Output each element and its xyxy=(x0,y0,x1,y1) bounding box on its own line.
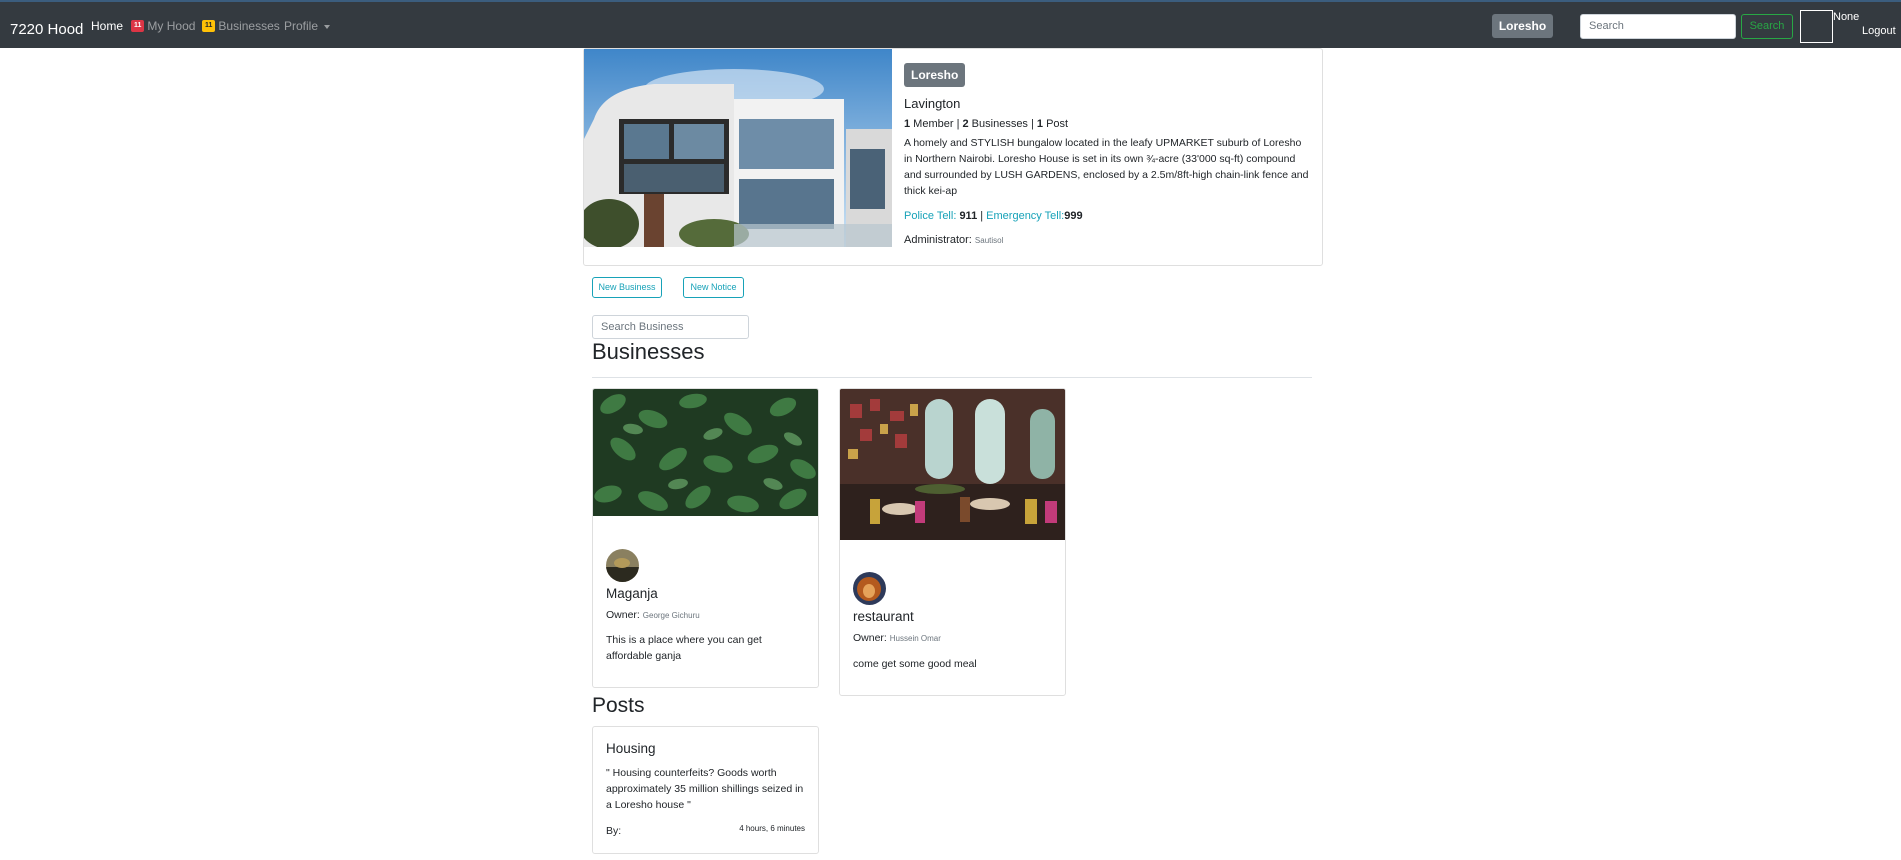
post-body: " Housing counterfeits? Goods worth appr… xyxy=(606,767,804,811)
emergency-link[interactable]: Emergency Tell: xyxy=(986,210,1064,222)
user-avatar[interactable] xyxy=(1800,10,1833,43)
owner-avatar xyxy=(606,549,639,582)
admin-name: Sautisol xyxy=(974,236,1004,245)
my-hood-count-badge: 11 xyxy=(131,19,145,32)
search-button[interactable]: Search xyxy=(1741,14,1793,39)
new-business-button[interactable]: New Business xyxy=(592,277,662,298)
admin-label: Administrator: xyxy=(904,234,975,246)
owner-label: Owner: xyxy=(853,632,890,644)
post-title: Housing xyxy=(606,741,656,756)
business-owner: Owner: Hussein Omar xyxy=(853,632,941,644)
nav-my-hood-label: My Hood xyxy=(147,19,196,33)
business-owner: Owner: George Gichuru xyxy=(606,609,700,621)
business-image xyxy=(593,389,818,516)
search-business-input[interactable]: Search Business xyxy=(592,315,749,339)
owner-name: George Gichuru xyxy=(642,611,700,620)
emergency-number: 999 xyxy=(1064,210,1083,222)
business-description: This is a place where you can get afford… xyxy=(606,634,762,662)
business-name: Maganja xyxy=(606,586,658,601)
post-author: By: xyxy=(606,825,622,837)
posts-heading: Posts xyxy=(592,694,645,717)
nav-businesses-label: Businesses xyxy=(218,19,280,33)
hood-image xyxy=(584,49,892,247)
hood-contacts: Police Tell: 911 | Emergency Tell:999 xyxy=(904,210,1083,222)
nav-home[interactable]: Home xyxy=(91,19,123,33)
chevron-down-icon xyxy=(324,24,331,29)
nav-businesses[interactable]: 11 Businesses xyxy=(202,19,280,33)
owner-label: Owner: xyxy=(606,609,643,621)
brand-link[interactable]: 7220 Hood xyxy=(10,21,83,38)
business-label: Businesses | xyxy=(968,118,1037,130)
search-input[interactable]: Search xyxy=(1580,14,1736,39)
new-notice-button[interactable]: New Notice xyxy=(683,277,744,298)
member-label: Member | xyxy=(910,118,963,130)
owner-name: Hussein Omar xyxy=(889,634,941,643)
business-description: come get some good meal xyxy=(853,658,977,670)
nav-my-hood[interactable]: 11 My Hood xyxy=(131,19,195,33)
hood-name-badge: Loresho xyxy=(904,63,966,87)
nav-profile-dropdown[interactable]: Profile xyxy=(284,19,331,33)
businesses-heading: Businesses xyxy=(592,339,705,364)
post-label: Post xyxy=(1043,118,1069,130)
business-card[interactable]: Maganja Owner: George Gichuru This is a … xyxy=(592,388,819,688)
police-link[interactable]: Police Tell: xyxy=(904,210,959,222)
police-number: 911 xyxy=(959,210,978,222)
hood-location: Lavington xyxy=(904,96,961,111)
section-divider xyxy=(592,377,1312,378)
hood-card: Loresho Lavington 1 Member | 2 Businesse… xyxy=(583,48,1323,266)
top-navbar: 7220 Hood Home 11 My Hood 11 Businesses Pr… xyxy=(0,0,1901,48)
post-card[interactable]: Housing " Housing counterfeits? Goods wo… xyxy=(592,726,819,854)
logout-link[interactable]: Logout xyxy=(1862,25,1896,37)
business-card[interactable]: restaurant Owner: Hussein Omar come get … xyxy=(839,388,1066,696)
businesses-count-badge: 11 xyxy=(202,19,216,32)
current-hood-badge[interactable]: Loresho xyxy=(1492,14,1553,38)
business-image xyxy=(840,389,1065,540)
post-timestamp: 4 hours, 6 minutes xyxy=(739,824,805,833)
hood-description: A homely and STYLISH bungalow located in… xyxy=(904,137,1309,197)
user-name: None xyxy=(1833,11,1860,23)
nav-profile-label: Profile xyxy=(284,19,319,33)
hood-admin: Administrator: Sautisol xyxy=(904,234,1312,246)
owner-avatar xyxy=(853,572,886,605)
hood-stats: 1 Member | 2 Businesses | 1 Post xyxy=(904,118,1312,130)
hood-info: Loresho Lavington 1 Member | 2 Businesse… xyxy=(904,63,1312,246)
business-name: restaurant xyxy=(853,609,914,624)
